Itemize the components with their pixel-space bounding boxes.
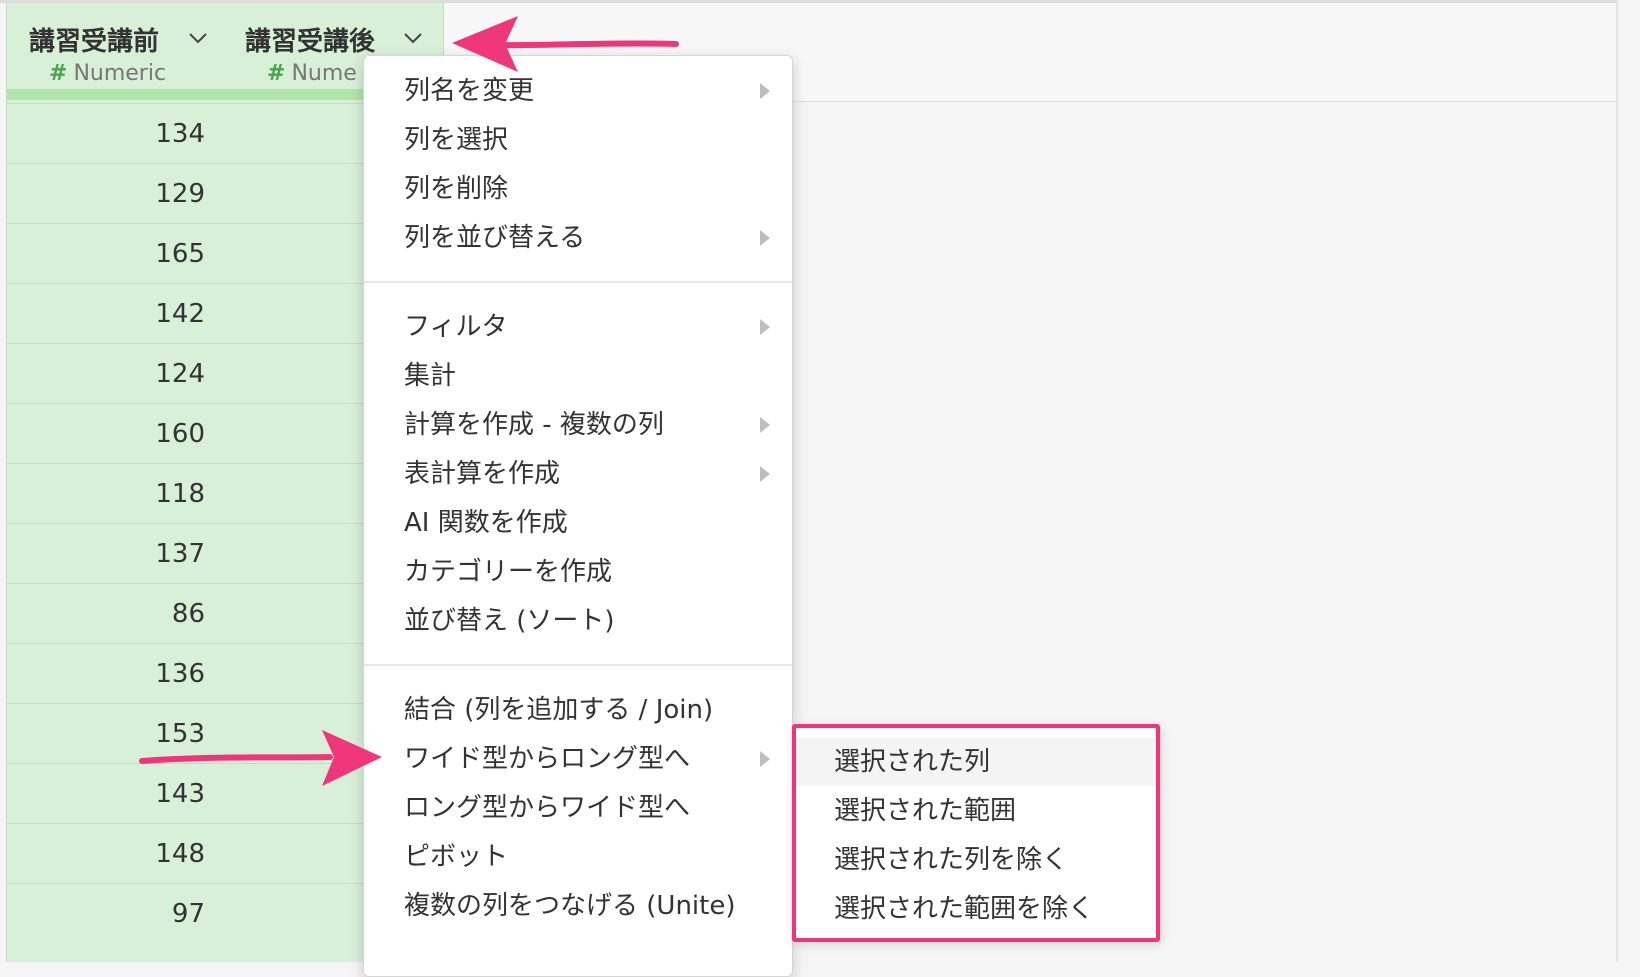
column-title: 講習受講前 <box>29 27 160 57</box>
menu-item[interactable]: 列を選択 <box>364 117 792 163</box>
menu-item[interactable]: 列を削除 <box>364 166 792 212</box>
menu-item-label: 並び替え (ソート) <box>404 606 615 636</box>
menu-separator <box>364 281 792 283</box>
column-type-label: Nume <box>291 61 357 86</box>
submenu-arrow-icon <box>760 83 770 99</box>
menu-item-label: 結合 (列を追加する / Join) <box>404 695 714 725</box>
submenu-arrow-icon <box>760 751 770 767</box>
table-row[interactable]: 165 <box>7 223 225 284</box>
column-title: 講習受講後 <box>245 27 376 57</box>
table-row[interactable]: 124 <box>7 343 225 404</box>
column-type: # Numeric <box>49 61 166 86</box>
menu-item-label: AI 関数を作成 <box>404 508 568 538</box>
menu-item[interactable]: 複数の列をつなげる (Unite) <box>364 883 792 929</box>
menu-item[interactable]: カテゴリーを作成 <box>364 549 792 595</box>
column-1: 講習受講前 # Numeric 134 129 165 142 124 160 118 137 8… <box>6 3 226 962</box>
menu-item-label: ピボット <box>404 842 509 872</box>
menu-item[interactable]: ワイド型からロング型へ <box>364 736 792 782</box>
grid-right-edge <box>1616 0 1618 962</box>
menu-item-label: ワイド型からロング型へ <box>404 744 691 774</box>
menu-item[interactable]: 集計 <box>364 353 792 399</box>
table-row[interactable]: 137 <box>7 523 225 584</box>
menu-item-label: 列名を変更 <box>404 76 535 106</box>
column-distribution-bar <box>7 89 225 100</box>
table-row[interactable]: 142 <box>7 283 225 344</box>
table-row[interactable]: 118 <box>7 463 225 524</box>
column-context-menu: 列名を変更列を選択列を削除列を並び替える フィルタ集計計算を作成 - 複数の列 表計… <box>363 55 793 977</box>
menu-item[interactable]: AI 関数を作成 <box>364 500 792 546</box>
table-row[interactable]: 143 <box>7 763 225 824</box>
table-row[interactable]: 134 <box>7 103 225 164</box>
menu-item[interactable]: 列を並び替える <box>364 215 792 261</box>
cell-value: 97 <box>171 899 205 929</box>
menu-item[interactable]: 表計算を作成 <box>364 451 792 497</box>
menu-item[interactable]: 結合 (列を追加する / Join) <box>364 687 792 733</box>
cell-value: 137 <box>155 539 205 569</box>
menu-item-label: 表計算を作成 <box>404 459 561 489</box>
menu-item-label: フィルタ <box>404 312 508 342</box>
menu-item-label: 列を並び替える <box>404 223 586 253</box>
table-row[interactable]: 97 <box>7 883 225 944</box>
menu-item-label: 集計 <box>404 361 457 391</box>
column-type: # Nume <box>267 61 357 86</box>
table-row[interactable]: 160 <box>7 403 225 464</box>
table-row[interactable]: 129 <box>7 163 225 224</box>
cell-value: 143 <box>155 779 205 809</box>
cell-value: 86 <box>171 599 205 629</box>
table-row[interactable]: 148 <box>7 823 225 884</box>
menu-separator <box>364 664 792 666</box>
menu-item[interactable]: フィルタ <box>364 304 792 350</box>
menu-item-label: ロング型からワイド型へ <box>404 793 691 823</box>
menu-item[interactable]: ロング型からワイド型へ <box>364 785 792 831</box>
menu-item-label: 列を選択 <box>404 125 509 155</box>
numeric-type-icon: # <box>49 61 68 86</box>
column-header[interactable]: 講習受講前 # Numeric <box>7 3 225 89</box>
menu-item[interactable]: 並び替え (ソート) <box>364 598 792 644</box>
column-type-label: Numeric <box>73 61 167 86</box>
cell-value: 136 <box>155 659 205 689</box>
menu-item[interactable]: 計算を作成 - 複数の列 <box>364 402 792 448</box>
cell-value: 142 <box>155 299 205 329</box>
submenu-arrow-icon <box>760 319 770 335</box>
menu-item-label: 複数の列をつなげる (Unite) <box>404 891 736 921</box>
cell-value: 134 <box>155 119 205 149</box>
menu-item[interactable]: 列名を変更 <box>364 68 792 114</box>
menu-item-label: 計算を作成 - 複数の列 <box>404 410 664 440</box>
chevron-down-icon[interactable] <box>187 27 209 49</box>
annotation-arrow-icon <box>139 730 382 786</box>
table-row[interactable]: 86 <box>7 583 225 644</box>
submenu-arrow-icon <box>760 466 770 482</box>
cell-value: 165 <box>155 239 205 269</box>
submenu-arrow-icon <box>760 230 770 246</box>
menu-item[interactable]: ピボット <box>364 834 792 880</box>
submenu-arrow-icon <box>760 417 770 433</box>
cell-value: 129 <box>155 179 205 209</box>
table-row[interactable]: 136 <box>7 643 225 704</box>
cell-value: 153 <box>155 719 205 749</box>
menu-item-label: 列を削除 <box>404 174 509 204</box>
annotation-highlight-box <box>792 724 1160 942</box>
cell-value: 160 <box>155 419 205 449</box>
chevron-down-icon[interactable] <box>402 27 424 49</box>
cell-value: 124 <box>155 359 205 389</box>
menu-item-label: カテゴリーを作成 <box>404 557 613 587</box>
cell-value: 118 <box>155 479 205 509</box>
cell-value: 148 <box>155 839 205 869</box>
table-row[interactable]: 153 <box>7 703 225 764</box>
numeric-type-icon: # <box>267 61 286 86</box>
